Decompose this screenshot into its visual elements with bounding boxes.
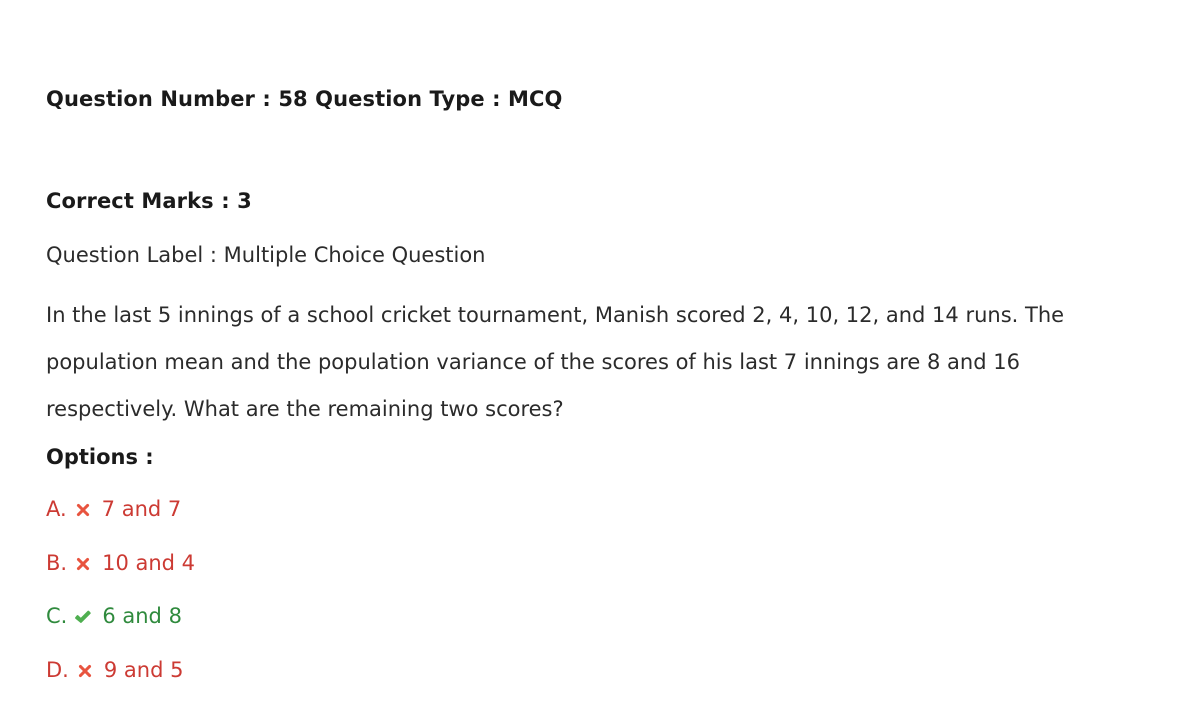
cross-mark-icon	[74, 555, 92, 573]
question-number-label: Question Number : 58 Question Type : MCQ	[46, 87, 563, 111]
option-letter-b: B.	[46, 549, 67, 577]
option-letter-a: A.	[46, 495, 67, 523]
option-letter-c: C.	[46, 602, 67, 630]
option-text-d: 9 and 5	[104, 656, 184, 684]
option-row-b[interactable]: B. 10 and 4	[46, 549, 1046, 603]
option-text-a: 7 and 7	[102, 495, 182, 523]
cross-mark-icon	[74, 501, 92, 519]
question-header: Question Number : 58 Question Type : MCQ	[46, 84, 563, 114]
options-heading: Options :	[46, 442, 154, 472]
check-mark-icon	[74, 608, 92, 626]
cross-mark-icon	[76, 662, 94, 680]
question-page: Question Number : 58 Question Type : MCQ…	[0, 0, 1200, 704]
options-list: A. 7 and 7 B. 10 and 4 C.	[46, 495, 1046, 709]
option-text-b: 10 and 4	[102, 549, 195, 577]
question-label: Question Label : Multiple Choice Questio…	[46, 240, 486, 270]
option-text-c: 6 and 8	[102, 602, 182, 630]
correct-marks-label: Correct Marks : 3	[46, 186, 252, 216]
option-row-d[interactable]: D. 9 and 5	[46, 656, 1046, 709]
option-letter-d: D.	[46, 656, 69, 684]
option-row-c[interactable]: C. 6 and 8	[46, 602, 1046, 656]
option-row-a[interactable]: A. 7 and 7	[46, 495, 1046, 549]
question-text: In the last 5 innings of a school cricke…	[46, 292, 1136, 433]
